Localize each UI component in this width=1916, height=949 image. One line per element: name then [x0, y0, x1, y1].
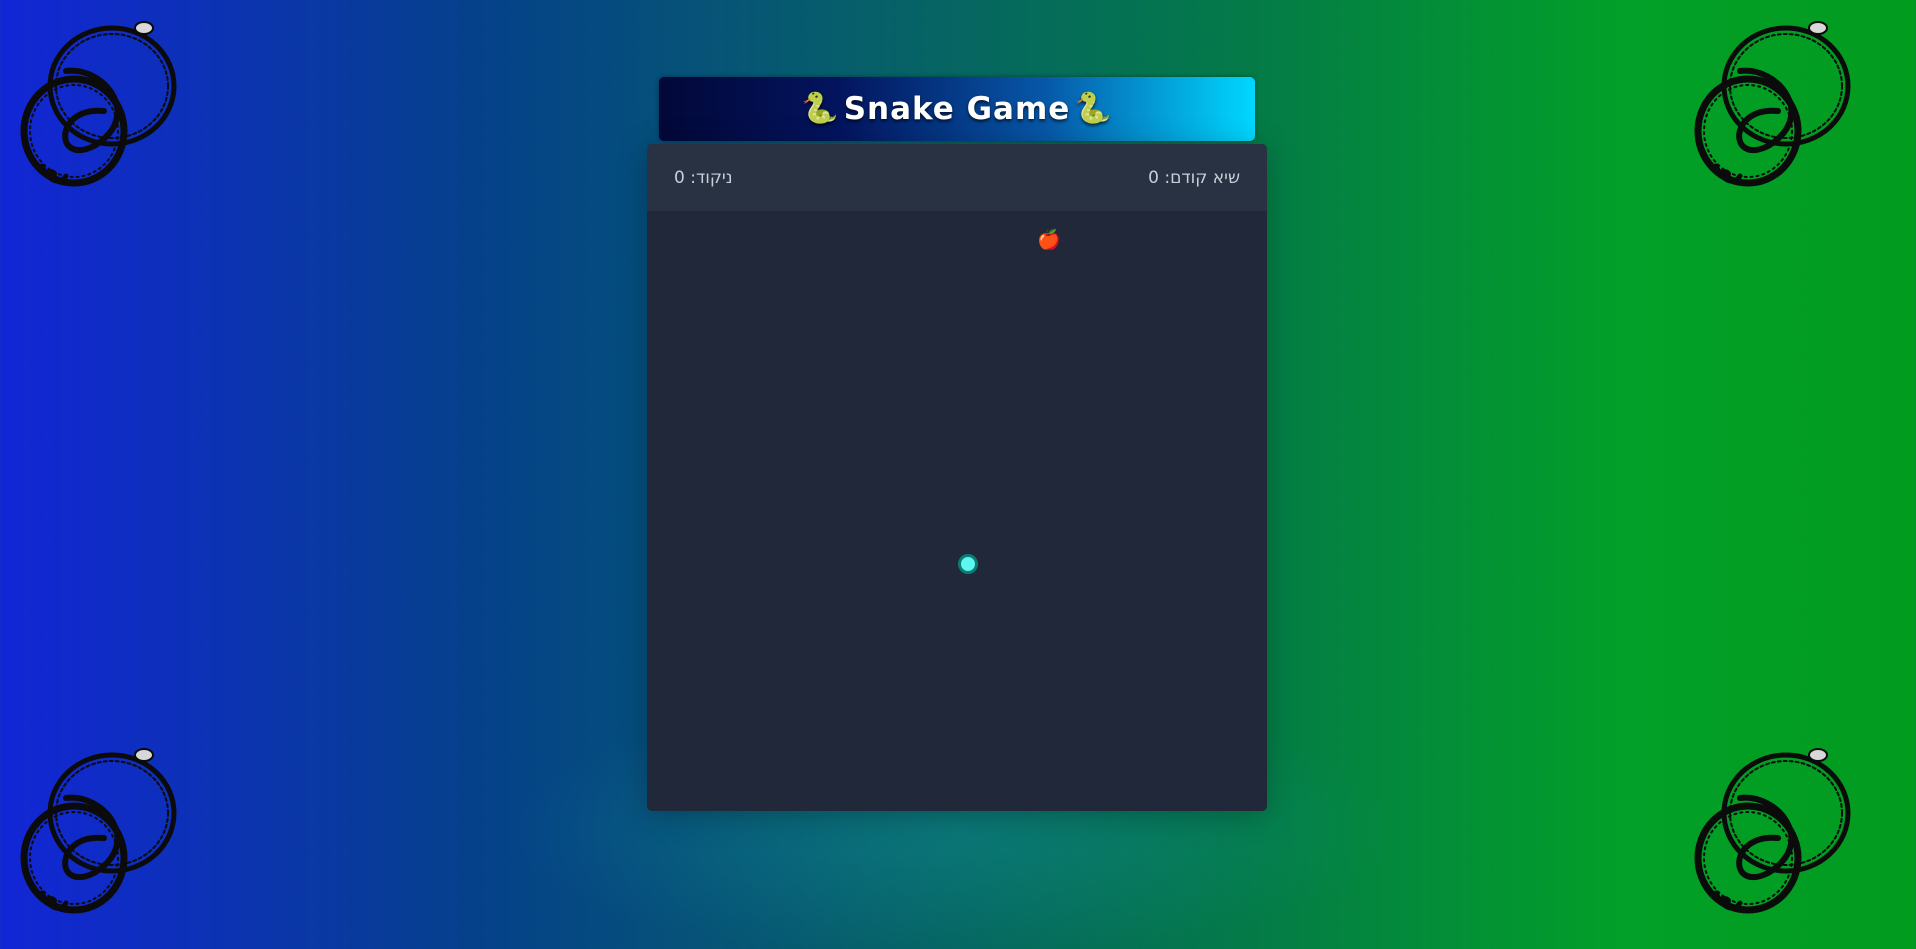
score-value: 0 [674, 168, 685, 188]
page-title: 🐍 Snake Game 🐍 [801, 91, 1112, 127]
game-board[interactable]: 🍎 [647, 211, 1267, 811]
current-score: ניקוד: 0 [674, 168, 733, 188]
snake-head [958, 554, 978, 574]
title-label: Snake Game [843, 91, 1071, 127]
coiled-snake-icon [20, 748, 177, 914]
coiled-snake-icon [20, 21, 177, 187]
high-score-label: שיא קודם: [1164, 168, 1240, 188]
high-score: שיא קודם: 0 [1148, 168, 1240, 188]
game-panel: שיא קודם: 0 ניקוד: 0 🍎 [647, 144, 1267, 811]
coiled-snake-icon [1694, 21, 1851, 187]
title-banner: 🐍 Snake Game 🐍 [659, 77, 1255, 141]
high-score-value: 0 [1148, 168, 1159, 188]
snake-icon: 🐍 [1074, 91, 1113, 126]
coiled-snake-icon [1694, 748, 1851, 914]
snake-icon: 🐍 [801, 91, 840, 126]
apple-icon: 🍎 [1037, 229, 1061, 251]
score-label: ניקוד: [690, 168, 733, 188]
score-bar: שיא קודם: 0 ניקוד: 0 [647, 144, 1267, 211]
